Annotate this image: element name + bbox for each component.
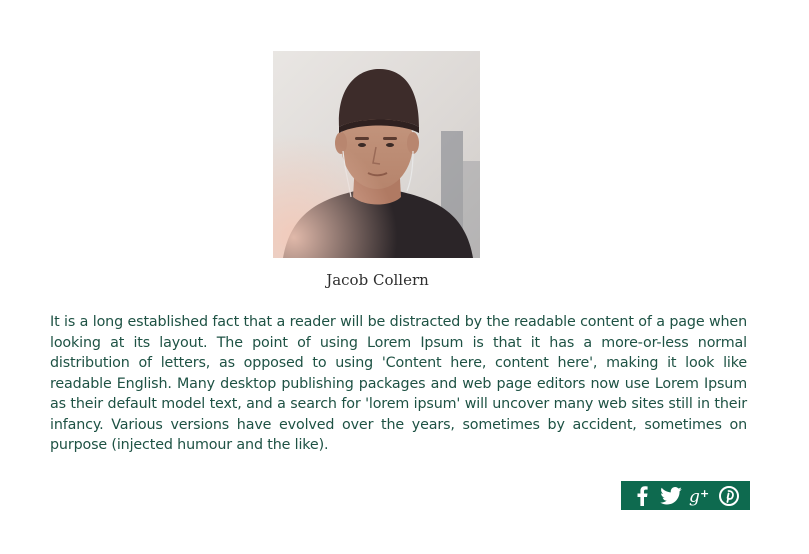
facebook-icon — [637, 485, 648, 506]
twitter-icon — [660, 486, 682, 504]
facebook-share-button[interactable] — [630, 484, 654, 508]
google-plus-icon: g + — [689, 487, 709, 506]
profile-photo-image — [273, 51, 480, 258]
profile-bio: It is a long established fact that a rea… — [50, 314, 747, 453]
social-share-bar: g + — [621, 481, 750, 510]
svg-text:+: + — [700, 487, 709, 500]
profile-photo — [273, 51, 480, 258]
svg-text:g: g — [689, 487, 700, 506]
twitter-share-button[interactable] — [659, 484, 683, 508]
profile-name: Jacob Collern — [326, 271, 429, 289]
pinterest-share-button[interactable] — [717, 484, 741, 508]
google-plus-share-button[interactable]: g + — [688, 484, 712, 508]
pinterest-icon — [719, 485, 740, 506]
